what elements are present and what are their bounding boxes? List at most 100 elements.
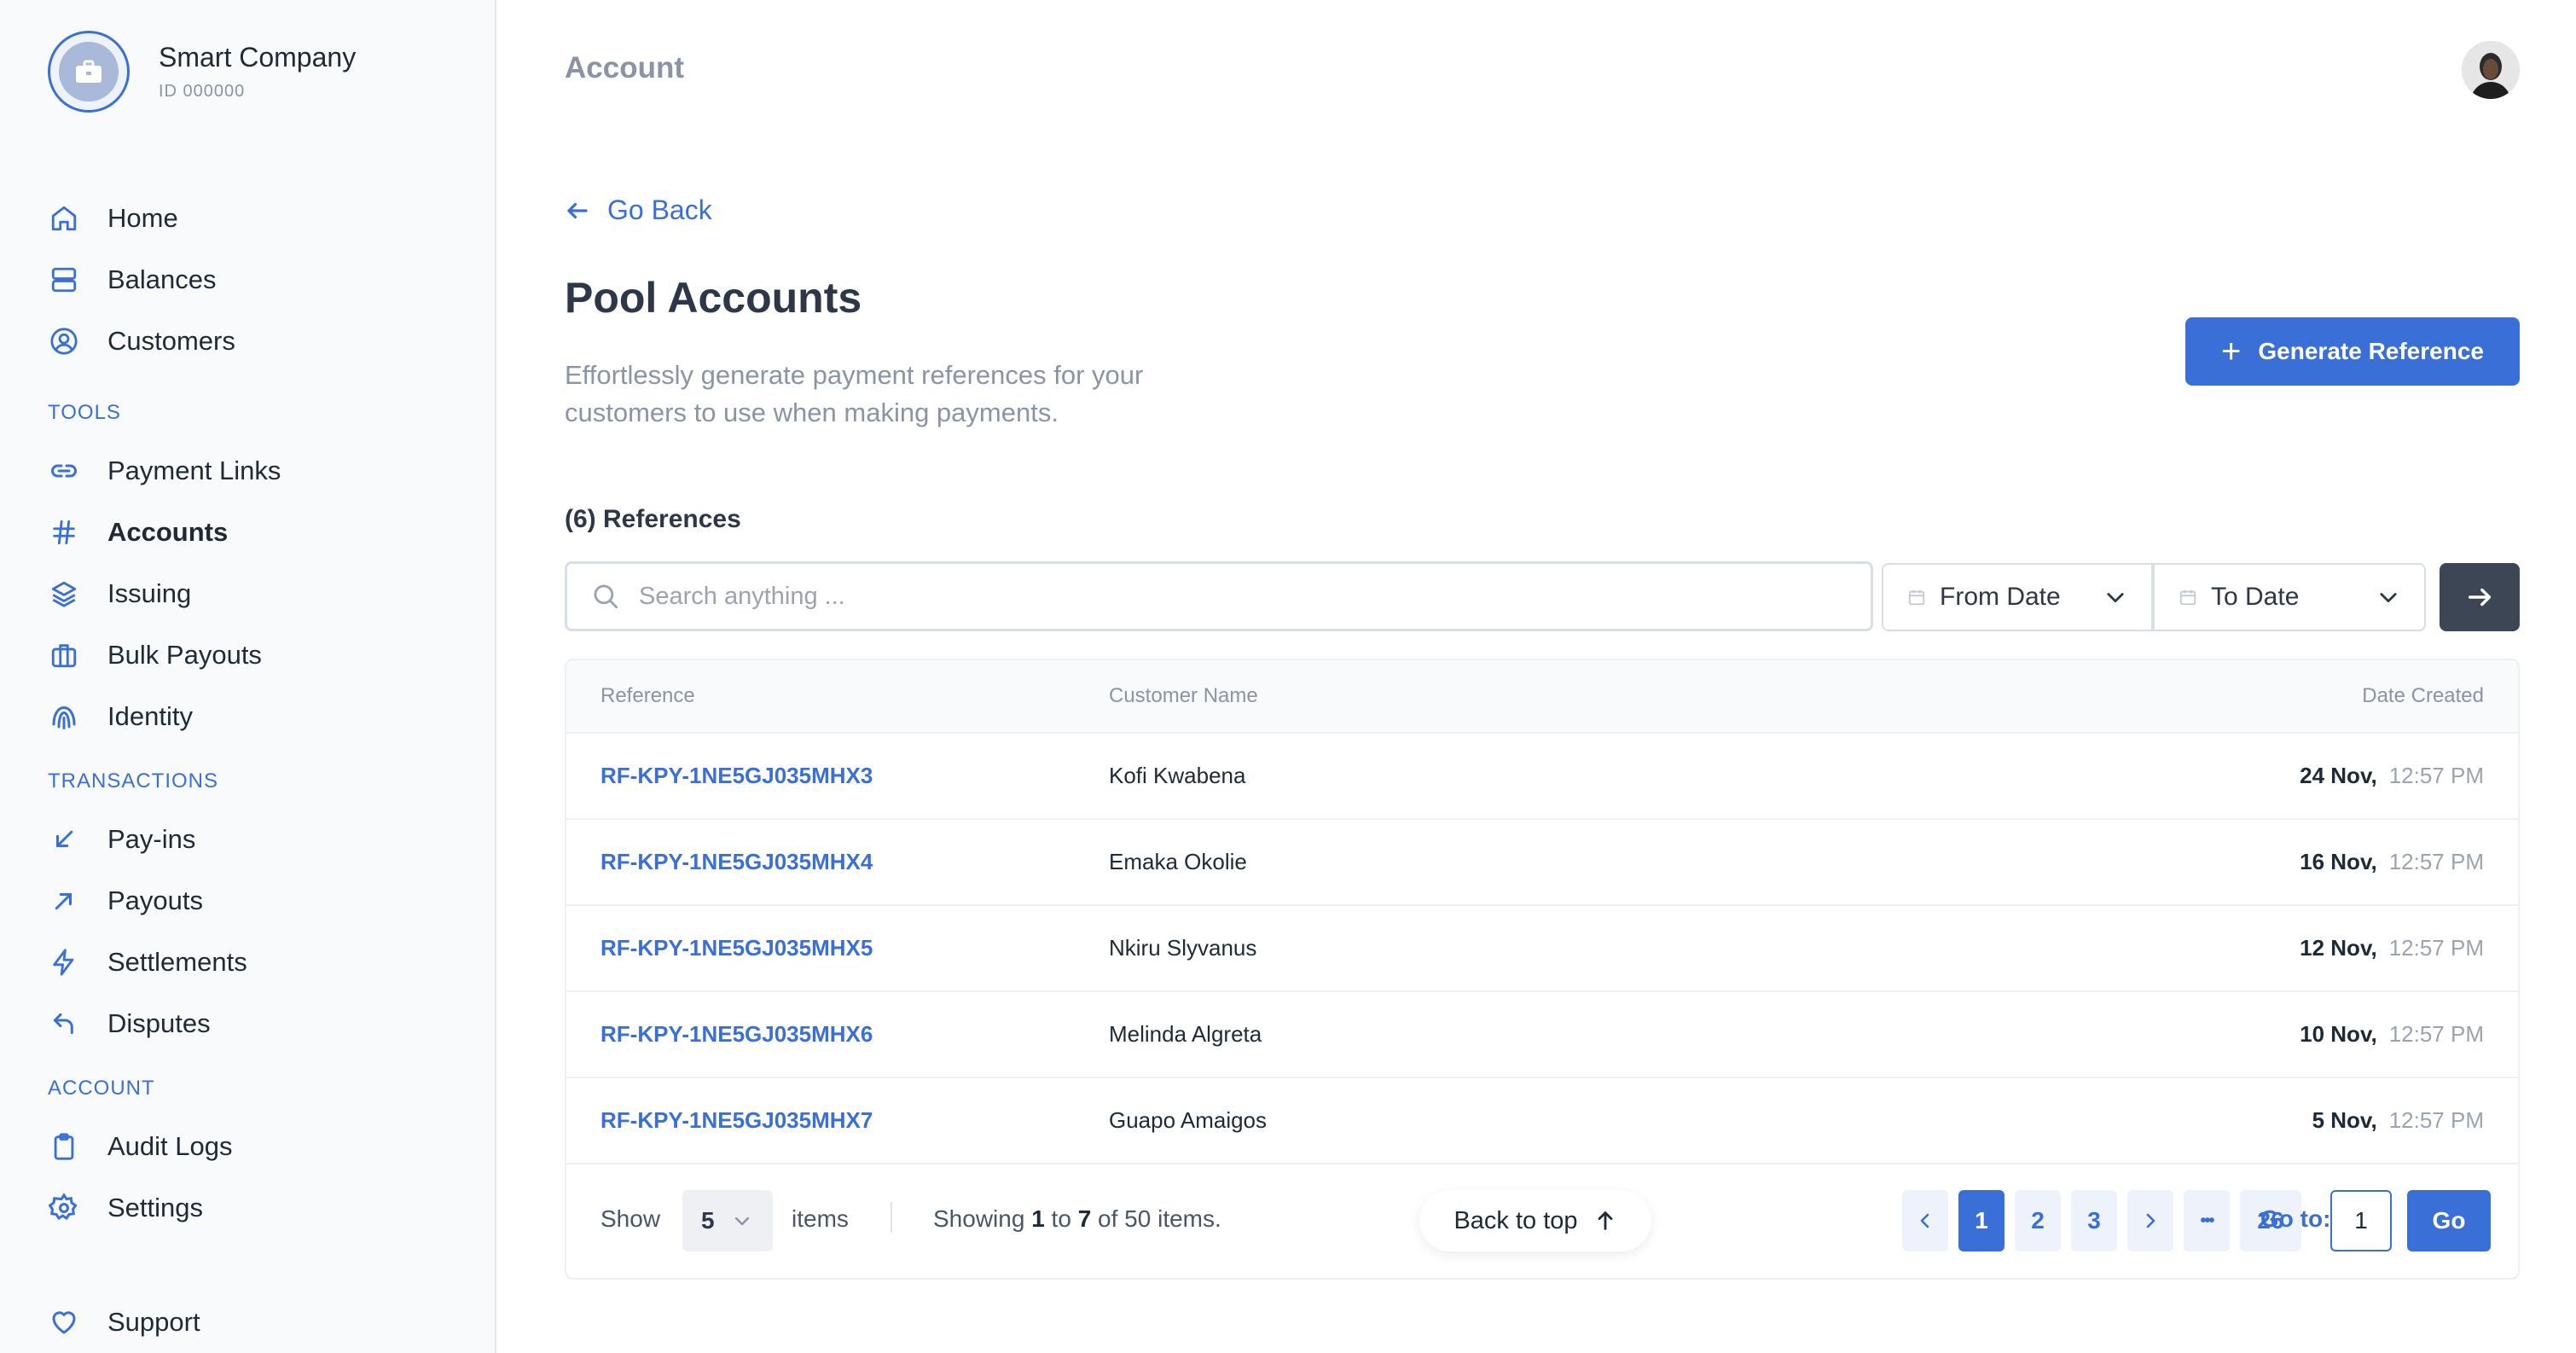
customer-name: Kofi Kwabena — [1109, 763, 1246, 788]
date-created: 16 Nov, 12:57 PM — [2300, 849, 2484, 875]
sidebar-item-payment-links[interactable]: Payment Links — [48, 450, 281, 491]
more-pages-button[interactable]: ••• — [2184, 1190, 2230, 1251]
lightning-icon — [48, 946, 80, 978]
reference-link[interactable]: RF-KPY-1NE5GJ035MHX4 — [600, 849, 873, 875]
layers-icon — [48, 578, 80, 610]
section-account: ACCOUNT — [48, 1077, 155, 1100]
calendar-icon — [2179, 589, 2196, 606]
time-value: 12:57 PM — [2388, 1107, 2484, 1133]
search-icon — [594, 584, 618, 609]
sidebar-item-settings[interactable]: Settings — [48, 1188, 203, 1228]
sidebar-item-issuing[interactable]: Issuing — [48, 573, 191, 614]
goto-page-input[interactable]: 1 — [2330, 1190, 2392, 1251]
sidebar-item-payouts[interactable]: Payouts — [48, 880, 203, 921]
chevron-down-icon — [2380, 593, 2397, 603]
table-row[interactable]: RF-KPY-1NE5GJ035MHX6 Melinda Algreta 10 … — [566, 992, 2518, 1078]
sidebar-item-pay-ins[interactable]: Pay-ins — [48, 819, 195, 860]
go-back-link[interactable]: Go Back — [565, 195, 712, 226]
section-tools: TOOLS — [48, 401, 121, 424]
sidebar-item-home[interactable]: Home — [48, 198, 178, 239]
table-footer: Show 5 items Showing 1 to 7 of 50 items.… — [566, 1164, 2518, 1275]
sidebar-item-label: Accounts — [107, 517, 229, 547]
showing-summary: Showing 1 to 7 of 50 items. — [933, 1205, 1221, 1232]
chevron-down-icon — [734, 1217, 749, 1226]
sidebar-item-label: Bulk Payouts — [107, 640, 262, 670]
arrow-right-icon — [2468, 588, 2492, 607]
generate-reference-label: Generate Reference — [2258, 338, 2484, 364]
sidebar-item-balances[interactable]: Balances — [48, 259, 217, 300]
page-button-2[interactable]: 2 — [2015, 1190, 2061, 1251]
sidebar-item-label: Settlements — [107, 947, 247, 977]
from-date-picker[interactable]: From Date — [1882, 563, 2153, 631]
sidebar-item-audit-logs[interactable]: Audit Logs — [48, 1126, 233, 1167]
sidebar-item-customers[interactable]: Customers — [48, 321, 235, 362]
customer-name: Guapo Amaigos — [1109, 1107, 1268, 1133]
generate-reference-button[interactable]: + Generate Reference — [2185, 317, 2520, 386]
to-date-picker[interactable]: To Date — [2153, 563, 2426, 631]
table-row[interactable]: RF-KPY-1NE5GJ035MHX7 Guapo Amaigos 5 Nov… — [566, 1078, 2518, 1164]
clipboard-icon — [48, 1130, 80, 1163]
company-logo — [48, 31, 130, 113]
customer-name: Emaka Okolie — [1109, 849, 1247, 874]
chevron-right-icon — [2146, 1213, 2155, 1228]
sidebar-item-label: Customers — [107, 326, 235, 356]
fingerprint-icon — [48, 700, 80, 733]
table-row[interactable]: RF-KPY-1NE5GJ035MHX4 Emaka Okolie 16 Nov… — [566, 820, 2518, 906]
briefcase-logo-icon — [76, 60, 102, 83]
arrow-left-icon — [567, 202, 588, 218]
references-count: (6) References — [565, 505, 741, 533]
hash-icon — [48, 516, 80, 549]
chevron-down-icon — [2107, 593, 2124, 603]
arrow-down-left-icon — [48, 823, 80, 856]
gear-icon — [48, 1192, 80, 1224]
to-date-label: To Date — [2211, 583, 2300, 611]
time-value: 12:57 PM — [2388, 1021, 2484, 1047]
from-date-label: From Date — [1940, 583, 2061, 611]
chevron-left-icon — [1920, 1213, 1929, 1228]
page-button-3[interactable]: 3 — [2071, 1190, 2117, 1251]
next-page-button[interactable] — [2127, 1190, 2173, 1251]
page-size-value: 5 — [701, 1207, 715, 1234]
table-row[interactable]: RF-KPY-1NE5GJ035MHX5 Nkiru Slyvanus 12 N… — [566, 906, 2518, 992]
reference-link[interactable]: RF-KPY-1NE5GJ035MHX7 — [600, 1107, 873, 1134]
page-button-1[interactable]: 1 — [1958, 1190, 2005, 1251]
reference-link[interactable]: RF-KPY-1NE5GJ035MHX5 — [600, 935, 873, 961]
heart-icon — [48, 1306, 80, 1338]
sidebar-item-label: Audit Logs — [107, 1131, 233, 1161]
reference-link[interactable]: RF-KPY-1NE5GJ035MHX6 — [600, 1021, 873, 1048]
sidebar-item-bulk-payouts[interactable]: Bulk Payouts — [48, 635, 262, 676]
back-to-top-label: Back to top — [1453, 1206, 1578, 1234]
sidebar-item-identity[interactable]: Identity — [48, 696, 193, 737]
sidebar-item-disputes[interactable]: Disputes — [48, 1003, 211, 1044]
references-table: Reference Customer Name Date Created RF-… — [565, 659, 2520, 1280]
search-placeholder: Search anything ... — [639, 582, 845, 610]
customers-icon — [48, 325, 80, 357]
company-switcher[interactable]: Smart Company ID 000000 — [48, 31, 356, 113]
sidebar-item-label: Home — [107, 203, 178, 233]
column-date-created: Date Created — [2362, 684, 2484, 707]
page-size-select[interactable]: 5 — [682, 1190, 773, 1251]
search-input[interactable]: Search anything ... — [565, 561, 1873, 631]
reply-icon — [48, 1007, 80, 1040]
header-title: Account — [565, 51, 684, 84]
go-button[interactable]: Go — [2407, 1190, 2491, 1251]
divider — [891, 1202, 892, 1233]
sidebar: Smart Company ID 000000 Home Balances Cu… — [0, 0, 496, 1353]
sidebar-item-label: Pay-ins — [107, 824, 196, 854]
balances-icon — [48, 264, 80, 296]
reference-link[interactable]: RF-KPY-1NE5GJ035MHX3 — [600, 763, 873, 789]
sidebar-item-accounts[interactable]: Accounts — [48, 512, 228, 553]
sidebar-item-label: Issuing — [107, 578, 192, 608]
sidebar-item-support[interactable]: Support — [48, 1302, 200, 1343]
table-row[interactable]: RF-KPY-1NE5GJ035MHX3 Kofi Kwabena 24 Nov… — [566, 734, 2518, 820]
previous-page-button[interactable] — [1902, 1190, 1948, 1251]
page-title: Pool Accounts — [565, 274, 862, 322]
sidebar-item-label: Support — [107, 1307, 200, 1337]
sidebar-item-settlements[interactable]: Settlements — [48, 942, 247, 983]
sidebar-item-label: Balances — [107, 264, 217, 294]
back-to-top-button[interactable]: Back to top — [1419, 1190, 1651, 1251]
arrow-up-right-icon — [48, 885, 80, 917]
apply-filter-button[interactable] — [2440, 563, 2520, 631]
avatar[interactable] — [2462, 41, 2520, 99]
date-value: 24 Nov, — [2300, 763, 2377, 788]
